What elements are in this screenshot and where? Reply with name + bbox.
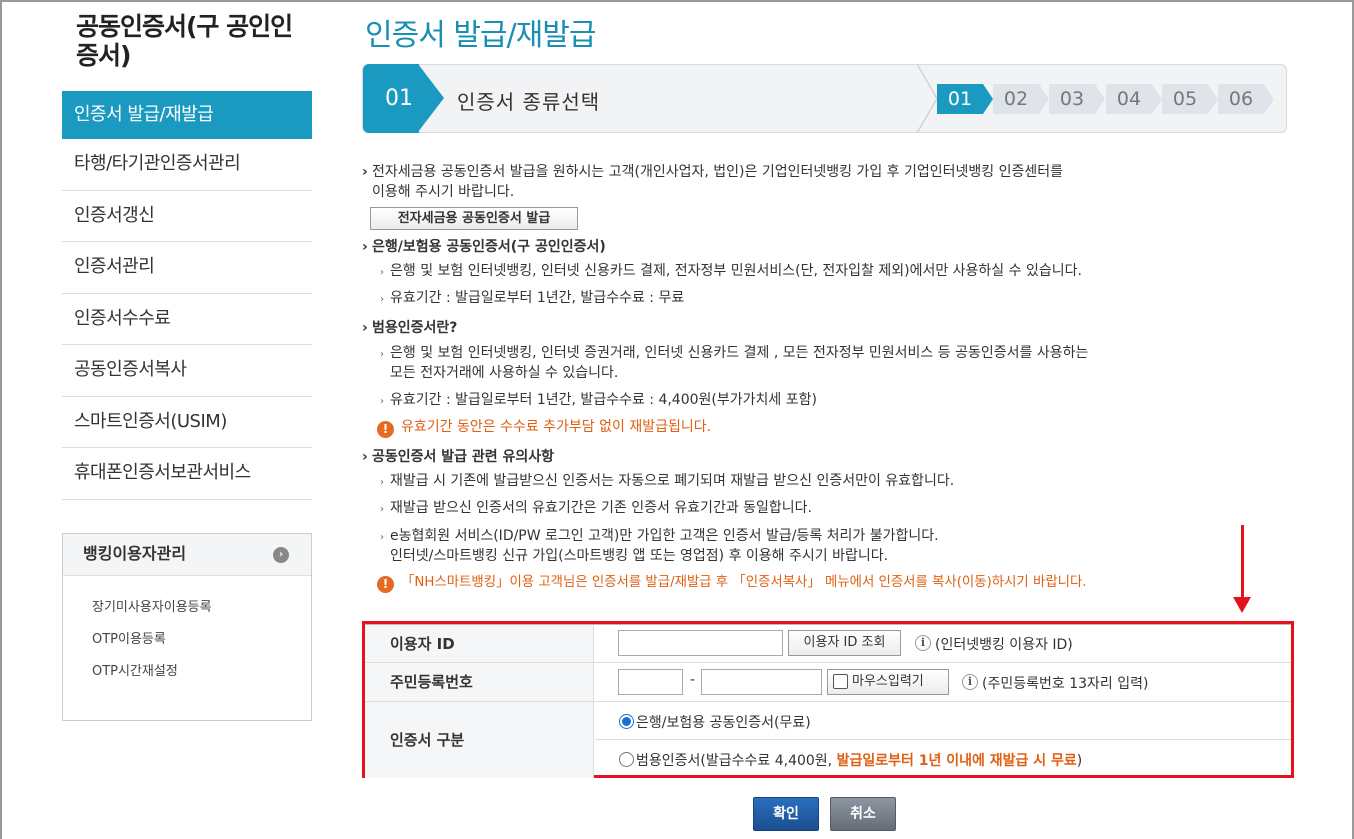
option-bank-row: 은행/보험용 공동인증서(무료)	[595, 702, 1291, 740]
warning-icon: !	[377, 576, 394, 593]
user-id-note: (인터넷뱅킹 이용자 ID)	[935, 637, 1073, 653]
notice-item-3-line-2: 인터넷/스마트뱅킹 신규 가입(스마트뱅킹 앱 또는 영업점) 후 이용해 주시…	[390, 548, 889, 564]
down-arrow-annotation	[1241, 525, 1244, 600]
mouse-input-label: 마우스입력기	[852, 674, 924, 689]
current-step-label: 인증서 종류선택	[457, 90, 601, 114]
cert-form: 이용자 ID 이용자 ID 조회 i (인터넷뱅킹 이용자 ID) 주민등록번호…	[362, 621, 1294, 778]
notice-item-2: › 재발급 받으신 인증서의 유효기간은 기존 인증서 유효기간과 동일합니다.	[380, 500, 812, 516]
step-6: 06	[1218, 84, 1274, 114]
info-icon: i	[915, 635, 931, 651]
general-cert-warning: ! 유효기간 동안은 수수료 추가부담 없이 재발급됩니다.	[377, 417, 711, 438]
rrn-row: 주민등록번호 - 마우스입력기 i (주민등록번호 13자리 입력)	[365, 663, 1291, 702]
general-cert-item-1-line-2: 모든 전자거래에 사용하실 수 있습니다.	[390, 365, 619, 381]
general-cert-item-1-text: 은행 및 보험 인터넷뱅킹, 인터넷 증권거래, 인터넷 신용카드 결제 , 모…	[390, 345, 1089, 361]
current-step-number: 01	[363, 64, 419, 133]
option-bank-label: 은행/보험용 공동인증서(무료)	[636, 715, 811, 731]
rrn-separator: -	[690, 672, 696, 688]
confirm-button[interactable]: 확인	[753, 797, 819, 831]
sidebar-item-manage[interactable]: 인증서관리	[62, 242, 312, 294]
sidebar-item-copy[interactable]: 공동인증서복사	[62, 345, 312, 397]
step-3: 03	[1049, 84, 1105, 114]
rrn-back-input[interactable]	[701, 669, 822, 695]
sidebar-item-fee[interactable]: 인증서수수료	[62, 294, 312, 345]
rrn-front-input[interactable]	[618, 669, 683, 695]
page-title: 인증서 발급/재발급	[365, 18, 596, 53]
option-general-suffix: )	[1076, 753, 1083, 769]
rrn-note: (주민등록번호 13자리 입력)	[982, 676, 1149, 692]
current-step-arrow	[418, 64, 444, 132]
notice-item-1: › 재발급 시 기존에 발급받으신 인증서는 자동으로 폐기되며 재발급 받으신 …	[380, 473, 955, 489]
cert-type-row: 인증서 구분 은행/보험용 공동인증서(무료) 범용인증서(발급수수료 4,40…	[365, 702, 1291, 778]
sidebar-item-phone-storage[interactable]: 휴대폰인증서보관서비스	[62, 448, 312, 500]
option-general-row: 범용인증서(발급수수료 4,400원, 발급일로부터 1년 이내에 재발급 시 …	[595, 740, 1291, 778]
step-indicator: 01 인증서 종류선택 01 02 03 04 05 06	[362, 64, 1287, 133]
mouse-input-checkbox[interactable]	[833, 674, 848, 689]
radio-bank-cert[interactable]	[619, 714, 634, 729]
mouse-input-button[interactable]: 마우스입력기	[827, 669, 949, 695]
sidebar-item-renew[interactable]: 인증서갱신	[62, 191, 312, 242]
option-general-label: 범용인증서(발급수수료 4,400원, 발급일로부터 1년 이내에 재발급 시 …	[636, 750, 1082, 770]
sidebar: 공동인증서(구 공인인증서) 인증서 발급/재발급 타행/타기관인증서관리 인증…	[62, 0, 312, 839]
radio-general-cert[interactable]	[619, 752, 634, 767]
cert-type-label: 인증서 구분	[365, 702, 594, 778]
step-5: 05	[1162, 84, 1218, 114]
chevron-right-icon[interactable]: ›	[273, 547, 289, 563]
warning-icon: !	[377, 421, 394, 438]
notice-item-3: › e농협회원 서비스(ID/PW 로그인 고객)만 가입한 고객은 인증서 발급…	[380, 528, 939, 544]
cancel-button[interactable]: 취소	[830, 797, 896, 831]
general-cert-item-2: › 유효기간 : 발급일로부터 1년간, 발급수수료 : 4,400원(부가가치세…	[380, 392, 817, 408]
sidebar-title: 공동인증서(구 공인인증서)	[76, 12, 293, 70]
sidebar-item-other-bank[interactable]: 타행/타기관인증서관리	[62, 139, 312, 191]
notice-item-2-text: 재발급 받으신 인증서의 유효기간은 기존 인증서 유효기간과 동일합니다.	[390, 500, 812, 516]
info-icon: i	[962, 674, 978, 690]
notice-warning: ! 「NH스마트뱅킹」이용 고객님은 인증서를 발급/재발급 후 「인증서복사」 …	[377, 573, 1087, 593]
notice-warning-text: 「NH스마트뱅킹」이용 고객님은 인증서를 발급/재발급 후 「인증서복사」 메…	[401, 575, 1087, 590]
step-1: 01	[937, 84, 993, 114]
banking-user-box: 뱅킹이용자관리 › 장기미사용자이용등록 OTP이용등록 OTP시간재설정	[62, 533, 312, 721]
step-2: 02	[993, 84, 1049, 114]
general-cert-heading: › 범용인증서란?	[362, 320, 458, 336]
bank-cert-heading: › 은행/보험용 공동인증서(구 공인인증서)	[362, 239, 606, 255]
intro-text: › 전자세금용 공동인증서 발급을 원하시는 고객(개인사업자, 법인)은 기업인…	[362, 164, 1063, 180]
bank-cert-item-1-text: 은행 및 보험 인터넷뱅킹, 인터넷 신용카드 결제, 전자정부 민원서비스(단…	[390, 263, 1082, 279]
banking-link-dormant[interactable]: 장기미사용자이용등록	[92, 592, 311, 624]
banking-link-otp-reset[interactable]: OTP시간재설정	[92, 656, 311, 688]
user-id-lookup-button[interactable]: 이용자 ID 조회	[788, 630, 901, 656]
sidebar-menu: 인증서 발급/재발급 타행/타기관인증서관리 인증서갱신 인증서관리 인증서수수…	[62, 91, 312, 500]
rrn-label: 주민등록번호	[365, 663, 594, 701]
banking-link-otp-register[interactable]: OTP이용등록	[92, 624, 311, 656]
intro-line-2: 이용해 주시기 바랍니다.	[372, 184, 515, 200]
banking-links: 장기미사용자이용등록 OTP이용등록 OTP시간재설정	[63, 576, 311, 688]
sidebar-item-issue[interactable]: 인증서 발급/재발급	[62, 91, 312, 139]
general-cert-item-2-text: 유효기간 : 발급일로부터 1년간, 발급수수료 : 4,400원(부가가치세 …	[390, 392, 817, 408]
option-general-prefix: 범용인증서(발급수수료 4,400원,	[636, 753, 837, 769]
bank-cert-item-2-text: 유효기간 : 발급일로부터 1년간, 발급수수료 : 무료	[390, 290, 685, 306]
bank-cert-heading-text: 은행/보험용 공동인증서(구 공인인증서)	[372, 239, 606, 255]
sidebar-item-usim[interactable]: 스마트인증서(USIM)	[62, 397, 312, 448]
notice-heading-text: 공동인증서 발급 관련 유의사항	[372, 449, 555, 465]
intro-line-1: 전자세금용 공동인증서 발급을 원하시는 고객(개인사업자, 법인)은 기업인터…	[372, 164, 1063, 180]
user-id-row: 이용자 ID 이용자 ID 조회 i (인터넷뱅킹 이용자 ID)	[365, 624, 1291, 663]
banking-user-title: 뱅킹이용자관리	[83, 544, 187, 563]
notice-item-3-text: e농협회원 서비스(ID/PW 로그인 고객)만 가입한 고객은 인증서 발급/…	[390, 528, 939, 544]
bank-cert-item-2: › 유효기간 : 발급일로부터 1년간, 발급수수료 : 무료	[380, 290, 685, 306]
down-arrow-annotation-head	[1233, 597, 1251, 613]
bank-cert-item-1: › 은행 및 보험 인터넷뱅킹, 인터넷 신용카드 결제, 전자정부 민원서비스(…	[380, 263, 1082, 279]
notice-item-1-text: 재발급 시 기존에 발급받으신 인증서는 자동으로 폐기되며 재발급 받으신 인…	[390, 473, 955, 489]
notice-heading: › 공동인증서 발급 관련 유의사항	[362, 449, 555, 465]
general-cert-item-1: › 은행 및 보험 인터넷뱅킹, 인터넷 증권거래, 인터넷 신용카드 결제 , …	[380, 345, 1089, 361]
user-id-label: 이용자 ID	[365, 625, 594, 662]
option-general-highlight: 발급일로부터 1년 이내에 재발급 시 무료	[836, 753, 1077, 769]
general-cert-heading-text: 범용인증서란?	[372, 320, 458, 336]
banking-user-header[interactable]: 뱅킹이용자관리 ›	[63, 534, 311, 576]
general-cert-warning-text: 유효기간 동안은 수수료 추가부담 없이 재발급됩니다.	[401, 419, 712, 435]
user-id-input[interactable]	[618, 630, 783, 656]
ebill-cert-button[interactable]: 전자세금용 공동인증서 발급	[370, 207, 578, 230]
step-4: 04	[1106, 84, 1162, 114]
